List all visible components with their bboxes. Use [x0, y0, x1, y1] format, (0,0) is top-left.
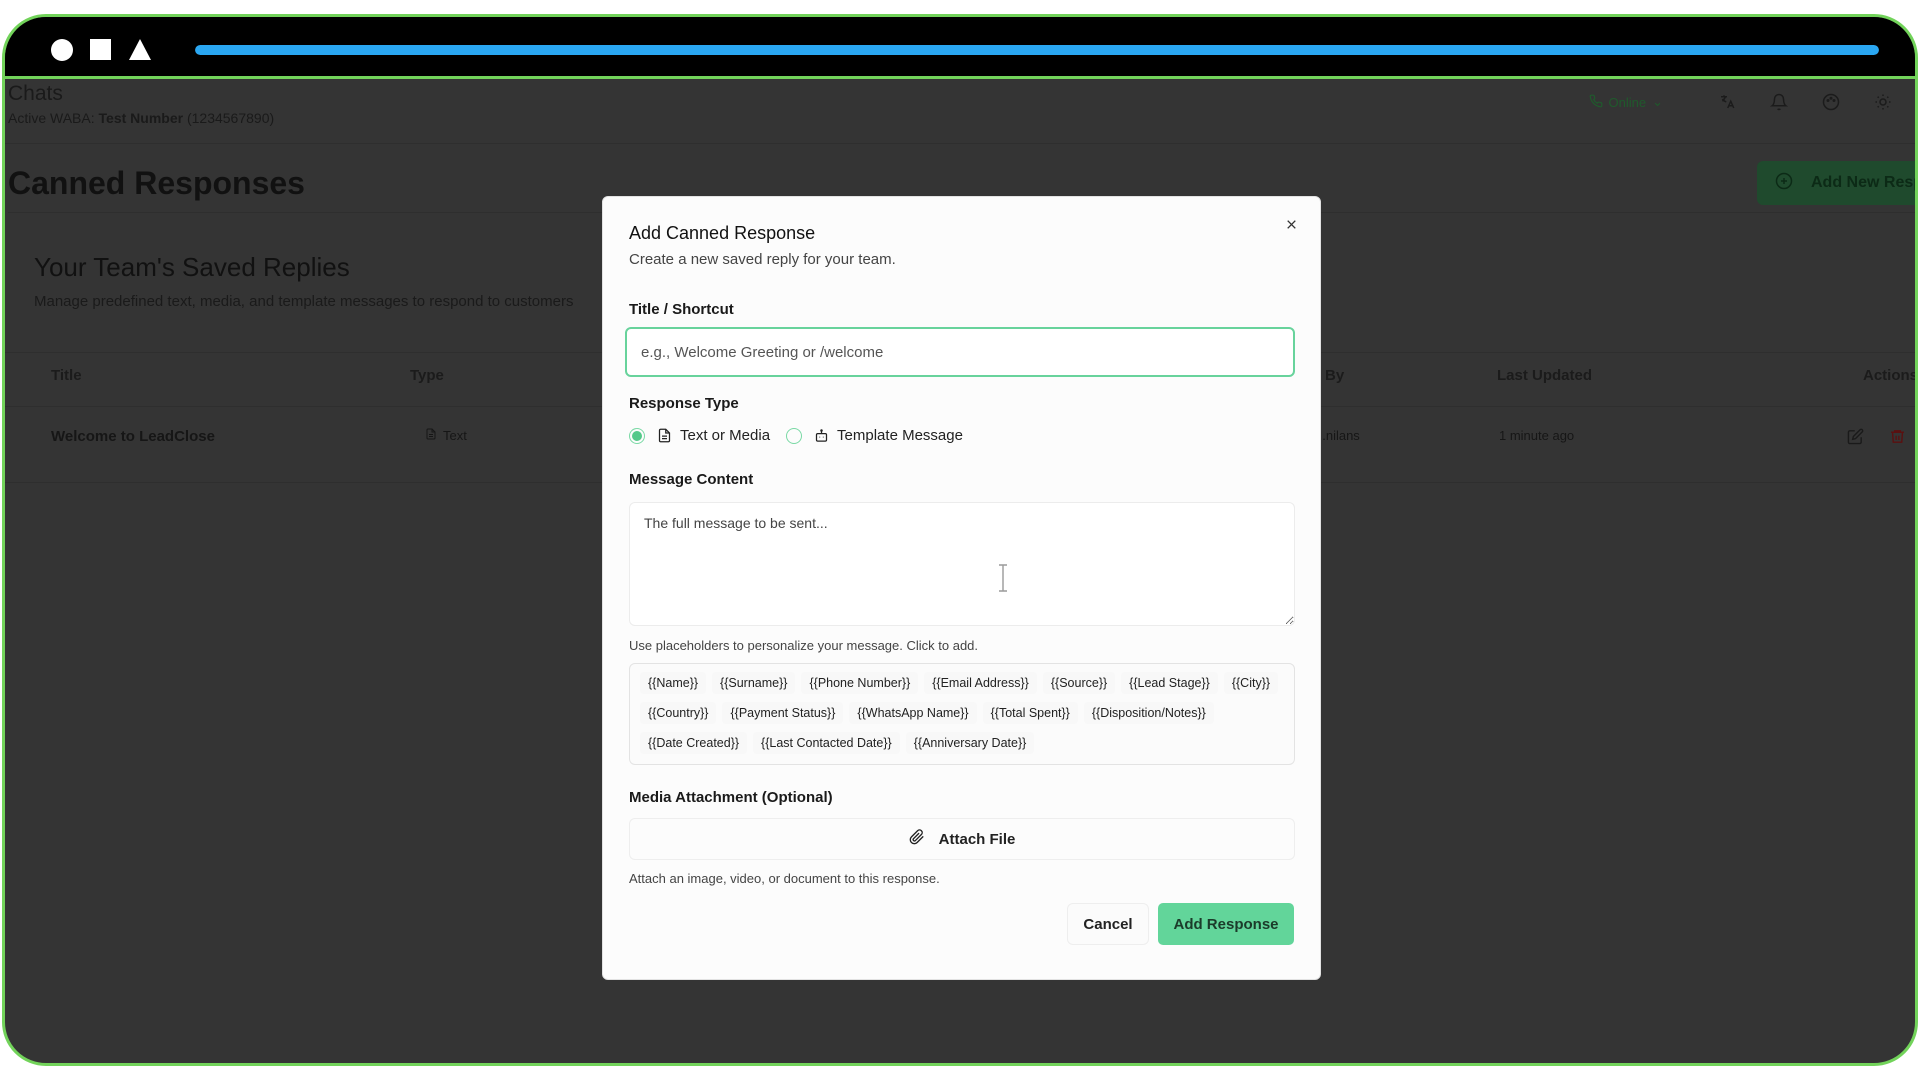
- placeholder-chip[interactable]: {{Country}}: [640, 702, 717, 724]
- placeholder-chip[interactable]: {{Source}}: [1042, 672, 1116, 694]
- waba-number: (1234567890): [186, 110, 275, 126]
- phone-icon: [1589, 94, 1603, 111]
- row-type-label: Text: [443, 428, 467, 443]
- screen-frame: Chats Active WABA: Test Number (12345678…: [2, 14, 1918, 1066]
- header-actions: Online ⌄: [1589, 90, 1895, 114]
- circle-icon: [51, 39, 73, 61]
- message-content-textarea[interactable]: [629, 502, 1295, 626]
- title-input[interactable]: [625, 327, 1295, 377]
- media-attachment-label: Media Attachment (Optional): [629, 789, 833, 806]
- row-type: Text: [425, 428, 467, 443]
- radio-selected-icon[interactable]: [629, 427, 645, 444]
- app-header: Chats Active WABA: Test Number (12345678…: [5, 82, 1915, 144]
- status-label: Online: [1608, 94, 1647, 110]
- bot-icon: [814, 428, 829, 443]
- column-last-updated: Last Updated: [1497, 367, 1593, 384]
- page-title: Canned Responses: [8, 165, 305, 201]
- placeholder-chip[interactable]: {{Date Created}}: [640, 732, 748, 754]
- radio-unselected-icon[interactable]: [786, 427, 803, 444]
- radio-text-or-media[interactable]: Text or Media: [629, 427, 770, 444]
- add-canned-response-dialog: Add Canned Response Create a new saved r…: [602, 196, 1321, 980]
- waba-prefix: Active WABA:: [8, 110, 95, 126]
- radio-template-message[interactable]: Template Message: [786, 427, 963, 444]
- column-type: Type: [410, 367, 444, 384]
- row-created-by: ...nilans: [1315, 428, 1360, 443]
- waba-name: Test Number: [98, 110, 184, 126]
- response-type-group: Text or Media Template Message: [629, 427, 979, 444]
- dialog-title: Add Canned Response: [629, 223, 816, 243]
- placeholder-chip[interactable]: {{Total Spent}}: [982, 702, 1078, 724]
- response-type-label: Response Type: [629, 395, 739, 412]
- palette-icon[interactable]: [1819, 90, 1843, 114]
- radio-template-message-label: Template Message: [837, 427, 963, 444]
- add-response-button[interactable]: Add Response: [1158, 903, 1294, 945]
- cancel-button[interactable]: Cancel: [1067, 903, 1149, 945]
- placeholder-chip[interactable]: {{WhatsApp Name}}: [849, 702, 977, 724]
- attach-file-button[interactable]: Attach File: [629, 818, 1295, 860]
- bell-icon[interactable]: [1767, 90, 1791, 114]
- add-new-response-label: Add New Response: [1811, 174, 1915, 191]
- paperclip-icon: [909, 829, 925, 849]
- edit-icon[interactable]: [1847, 428, 1864, 449]
- placeholder-hint: Use placeholders to personalize your mes…: [629, 638, 979, 653]
- placeholder-chip[interactable]: {{Lead Stage}}: [1121, 672, 1218, 694]
- title-label: Title / Shortcut: [629, 301, 734, 318]
- active-waba: Active WABA: Test Number (1234567890): [8, 110, 274, 126]
- text-cursor-icon: [998, 564, 1008, 592]
- square-icon: [90, 39, 111, 60]
- section-subtitle: Manage predefined text, media, and templ…: [34, 293, 574, 310]
- section-title: Your Team's Saved Replies: [34, 252, 350, 282]
- row-title: Welcome to LeadClose: [51, 428, 215, 445]
- placeholder-chip[interactable]: {{Name}}: [640, 672, 707, 694]
- attach-hint: Attach an image, video, or document to t…: [629, 871, 940, 886]
- placeholder-chip[interactable]: {{Email Address}}: [924, 672, 1037, 694]
- placeholder-chip[interactable]: {{City}}: [1223, 672, 1279, 694]
- dialog-description: Create a new saved reply for your team.: [629, 251, 896, 268]
- column-actions: Actions: [1863, 367, 1918, 384]
- placeholder-chip[interactable]: {{Surname}}: [712, 672, 796, 694]
- close-icon[interactable]: [1280, 213, 1302, 235]
- attach-file-label: Attach File: [938, 830, 1016, 848]
- placeholder-chip[interactable]: {{Disposition/Notes}}: [1083, 702, 1214, 724]
- sun-icon[interactable]: [1871, 90, 1895, 114]
- translate-icon[interactable]: [1715, 90, 1739, 114]
- file-text-icon: [657, 428, 672, 443]
- placeholder-chip[interactable]: {{Last Contacted Date}}: [753, 732, 900, 754]
- progress-fill: [195, 45, 1879, 55]
- chevron-down-icon: ⌄: [1652, 94, 1663, 109]
- row-updated: 1 minute ago: [1499, 428, 1575, 443]
- file-text-icon: [425, 428, 437, 443]
- recording-topbar: [5, 17, 1915, 79]
- radio-text-or-media-label: Text or Media: [680, 427, 771, 444]
- placeholder-chips: {{Name}} {{Surname}} {{Phone Number}} {{Ema…: [629, 663, 1295, 765]
- placeholder-chip[interactable]: {{Anniversary Date}}: [905, 732, 1035, 754]
- progress-bar: [195, 45, 1879, 55]
- triangle-icon: [129, 39, 151, 60]
- status-dropdown[interactable]: Online ⌄: [1589, 94, 1663, 111]
- placeholder-chip[interactable]: {{Payment Status}}: [722, 702, 844, 724]
- add-new-response-button[interactable]: Add New Response: [1757, 161, 1915, 205]
- column-title: Title: [51, 367, 82, 384]
- message-content-label: Message Content: [629, 471, 754, 488]
- trash-icon[interactable]: [1889, 428, 1906, 449]
- plus-circle-icon: [1775, 172, 1793, 195]
- app-title: Chats: [8, 82, 63, 105]
- placeholder-chip[interactable]: {{Phone Number}}: [801, 672, 919, 694]
